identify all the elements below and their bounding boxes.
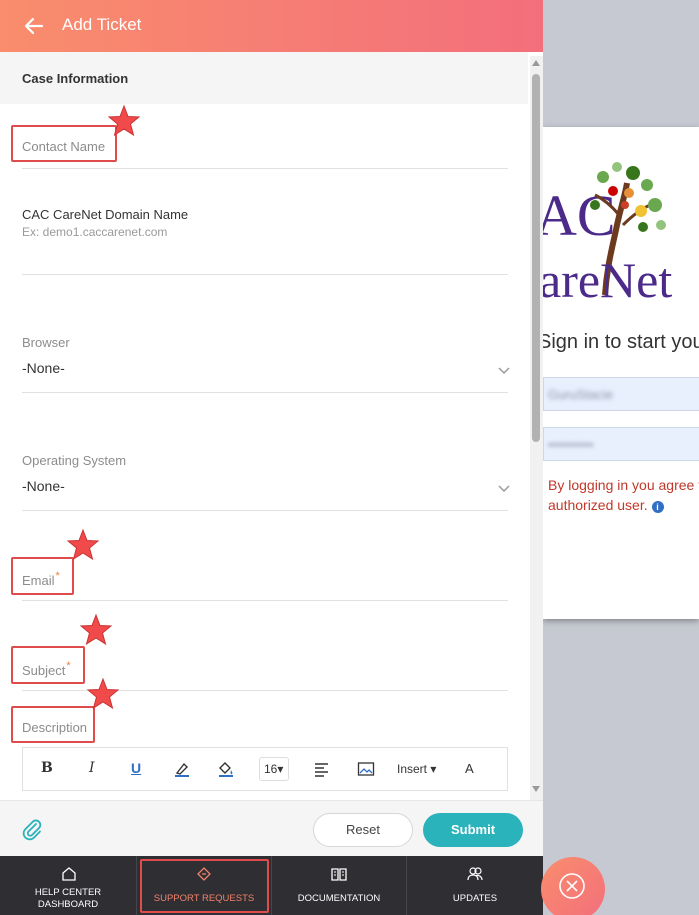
highlight-subject bbox=[11, 646, 85, 684]
editor-toolbar: B I U 16▾ Insert ▾ A bbox=[22, 747, 508, 791]
login-terms-note: By logging in you agree t authorized use… bbox=[548, 477, 699, 513]
password-value: •••••••••• bbox=[548, 437, 594, 452]
section-header: Case Information bbox=[0, 52, 528, 104]
insert-menu[interactable]: Insert ▾ bbox=[397, 762, 436, 776]
form-scrollbar[interactable] bbox=[530, 56, 543, 800]
domain-input[interactable] bbox=[22, 274, 508, 275]
nav-label: UPDATES bbox=[452, 893, 498, 904]
highlight-description bbox=[11, 706, 95, 743]
book-icon bbox=[331, 868, 347, 881]
login-card: AC areNet Sign in to start you GuruStaci… bbox=[543, 127, 699, 619]
close-widget-button[interactable] bbox=[541, 857, 605, 915]
underline-button[interactable]: U bbox=[131, 760, 141, 776]
info-icon[interactable]: i bbox=[651, 501, 664, 513]
back-arrow-icon[interactable] bbox=[20, 12, 48, 40]
domain-label: CAC CareNet Domain Name bbox=[22, 207, 189, 222]
font-size-select[interactable]: 16▾ bbox=[259, 757, 289, 781]
chevron-down-icon[interactable] bbox=[497, 366, 511, 376]
panel-header: Add Ticket bbox=[0, 0, 543, 52]
star-icon bbox=[66, 528, 100, 561]
page-title: Add Ticket bbox=[62, 15, 142, 34]
email-input[interactable] bbox=[22, 600, 508, 601]
domain-hint: Ex: demo1.caccarenet.com bbox=[22, 225, 168, 239]
caccarenet-logo: AC areNet bbox=[543, 162, 672, 305]
star-icon bbox=[107, 104, 141, 137]
nav-updates[interactable]: UPDATES bbox=[407, 856, 543, 915]
browser-underline bbox=[22, 392, 508, 393]
nav-label: HELP CENTER DASHBOARD bbox=[34, 887, 102, 910]
bold-button[interactable]: B bbox=[41, 760, 53, 776]
chevron-down-icon[interactable] bbox=[497, 484, 511, 494]
scroll-up-arrow[interactable] bbox=[532, 60, 540, 66]
form-footer: Reset Submit bbox=[0, 800, 543, 856]
bottom-nav: HELP CENTER DASHBOARD SUPPORT REQUESTS D… bbox=[0, 856, 543, 915]
reset-button[interactable]: Reset bbox=[313, 813, 413, 847]
highlight-contact-name bbox=[11, 125, 117, 162]
home-icon bbox=[62, 867, 76, 881]
username-value: GuruStacie bbox=[548, 387, 614, 402]
browser-select[interactable]: -None- bbox=[22, 360, 65, 376]
align-left-icon[interactable] bbox=[313, 760, 331, 778]
image-icon[interactable] bbox=[357, 760, 375, 778]
users-icon bbox=[467, 867, 483, 881]
section-title: Case Information bbox=[22, 71, 129, 86]
scroll-thumb[interactable] bbox=[532, 74, 540, 442]
browser-label: Browser bbox=[22, 335, 70, 350]
nav-help-center-dashboard[interactable]: HELP CENTER DASHBOARD bbox=[0, 856, 137, 915]
font-style-button[interactable]: A bbox=[465, 761, 474, 776]
password-input[interactable]: •••••••••• bbox=[543, 427, 699, 461]
add-ticket-panel: Add Ticket Case Information Contact Name… bbox=[0, 0, 543, 915]
svg-text:areNet: areNet bbox=[543, 252, 672, 305]
font-color-icon[interactable] bbox=[173, 760, 191, 778]
fill-color-icon[interactable] bbox=[217, 760, 235, 778]
star-icon bbox=[86, 677, 120, 710]
star-icon bbox=[79, 613, 113, 646]
close-icon bbox=[559, 873, 585, 899]
os-select[interactable]: -None- bbox=[22, 478, 65, 494]
username-input[interactable]: GuruStacie bbox=[543, 377, 699, 411]
italic-button[interactable]: I bbox=[89, 760, 95, 776]
editor-divider bbox=[22, 790, 508, 791]
submit-button[interactable]: Submit bbox=[423, 813, 523, 847]
highlight-support-requests bbox=[140, 859, 269, 913]
os-label: Operating System bbox=[22, 453, 127, 468]
os-underline bbox=[22, 510, 508, 511]
highlight-email bbox=[11, 557, 74, 595]
ticket-form: Case Information Contact Name CAC CareNe… bbox=[0, 52, 530, 800]
scroll-down-arrow[interactable] bbox=[532, 786, 540, 792]
paperclip-icon[interactable] bbox=[20, 817, 44, 841]
nav-label: DOCUMENTATION bbox=[297, 893, 381, 904]
nav-documentation[interactable]: DOCUMENTATION bbox=[272, 856, 407, 915]
contact-name-input[interactable] bbox=[22, 168, 508, 169]
login-title: Sign in to start you bbox=[543, 331, 699, 353]
svg-text:AC: AC bbox=[543, 183, 616, 248]
